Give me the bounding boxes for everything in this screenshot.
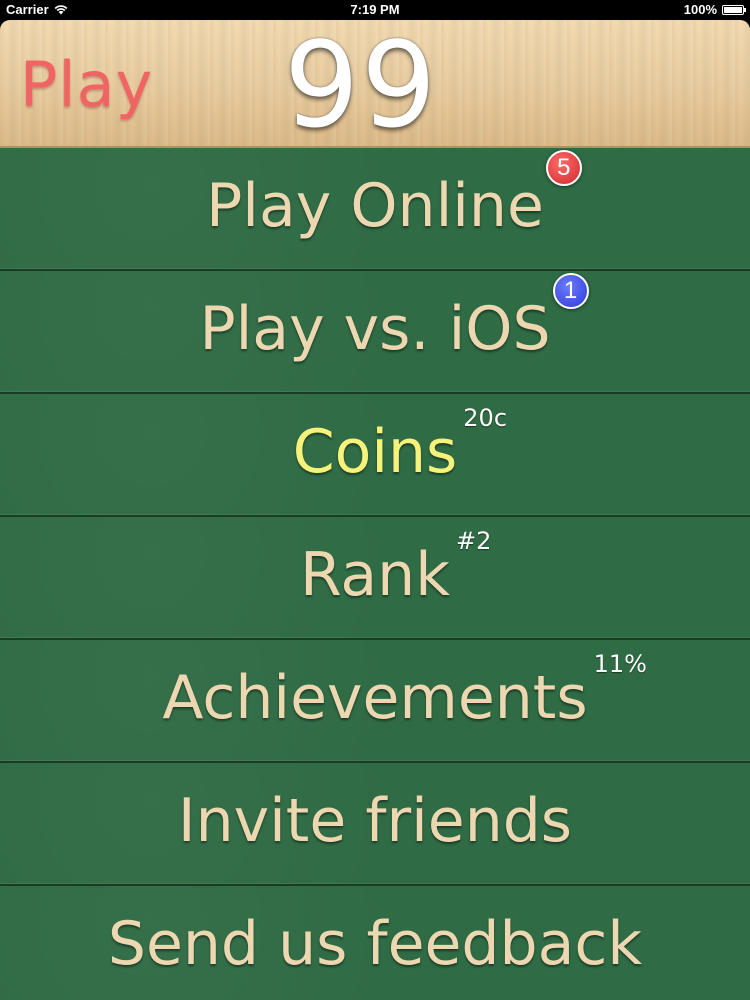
menu-item-achievements[interactable]: Achievements 11% (0, 640, 750, 763)
achievements-percent: 11% (593, 650, 647, 678)
battery-group: 100% (683, 2, 746, 17)
status-time: 7:19 PM (350, 2, 400, 17)
coins-count: 20c (463, 404, 508, 432)
menu-item-label: Play vs. iOS (199, 294, 551, 364)
menu-item-rank[interactable]: Rank #2 (0, 517, 750, 640)
menu-item-label: Rank (300, 540, 450, 610)
menu-item-label: Achievements (162, 663, 588, 733)
status-bar: Carrier 7:19 PM 100% (0, 0, 750, 20)
notification-badge: 1 (552, 273, 589, 309)
notification-badge: 5 (545, 150, 582, 186)
menu-item-play-online[interactable]: Play Online 5 (0, 148, 750, 271)
menu-item-label: Play Online (206, 171, 544, 241)
menu-item-play-vs-ios[interactable]: Play vs. iOS 1 (0, 271, 750, 394)
app-screen: Play 99 Play Online 5 Play vs. iOS 1 Coi… (0, 20, 750, 1000)
page-title: Play (20, 48, 154, 121)
menu-item-send-feedback[interactable]: Send us feedback (0, 886, 750, 1000)
menu-item-coins[interactable]: Coins 20c (0, 394, 750, 517)
battery-percent: 100% (683, 2, 717, 17)
battery-fill (724, 6, 742, 13)
wood-header: Play 99 (0, 20, 750, 148)
main-menu: Play Online 5 Play vs. iOS 1 Coins 20c R… (0, 148, 750, 1000)
menu-item-invite-friends[interactable]: Invite friends (0, 763, 750, 886)
rank-value: #2 (455, 527, 492, 555)
menu-item-label: Coins (292, 417, 458, 487)
menu-item-label: Invite friends (177, 786, 573, 856)
battery-icon (722, 4, 746, 15)
score-display: 99 (284, 20, 439, 154)
menu-item-label: Send us feedback (107, 909, 643, 979)
